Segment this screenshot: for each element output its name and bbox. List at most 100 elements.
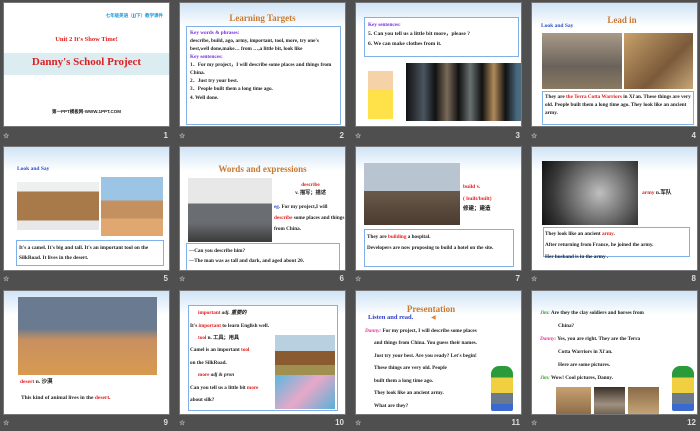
text: They are xyxy=(367,234,388,240)
slide-footer-12: ☆ 12 xyxy=(531,417,698,429)
star-icon: ☆ xyxy=(179,420,186,427)
slide-thumbnail-11[interactable]: Presentation Listen and read. ◀ Danny: F… xyxy=(355,290,522,415)
sentence: 3．People built them a long time ago. xyxy=(190,86,273,93)
part-of-speech: adj & pron xyxy=(209,372,235,379)
vocab-word: more xyxy=(198,372,210,379)
dialogue-line: and things from China. You guess their n… xyxy=(374,340,477,347)
text: . xyxy=(109,395,111,401)
part-of-speech: n.军队 xyxy=(654,190,672,196)
text: Can you tell us a little bit xyxy=(190,384,247,391)
highlight-text: important xyxy=(198,322,221,329)
text: For my project,I will xyxy=(280,204,328,210)
speaker-name: Danny: xyxy=(540,336,557,342)
description-text: It's a camel. It's big and tall. It's an… xyxy=(19,245,149,262)
part-of-speech: n. 工具；用具 xyxy=(206,334,240,341)
star-icon: ☆ xyxy=(531,133,538,140)
site-text: 第一PPT模板网-WWW.1PPT.COM xyxy=(52,109,121,114)
highlight-text: building xyxy=(387,234,407,240)
slide-number: 7 xyxy=(515,274,520,283)
vocab-word: describe xyxy=(301,182,320,188)
example-text: Her husband is in the army . xyxy=(545,253,609,260)
slide-thumbnail-9[interactable]: desert n. 沙漠 This kind of animal lives i… xyxy=(3,290,170,415)
dinosaur-character xyxy=(672,366,694,411)
text: It's xyxy=(190,322,199,329)
dialogue-line: For my project, I will describe some pla… xyxy=(381,328,477,334)
key-sentences-label: Key sentences: xyxy=(190,54,223,61)
text: Camel is an important xyxy=(190,347,242,354)
listen-and-read-label: Listen and read. xyxy=(368,314,414,321)
sentence: 4. Well done. xyxy=(190,94,219,101)
text: This kind of animal lives in the xyxy=(21,395,95,401)
star-icon: ☆ xyxy=(531,276,538,283)
text: to learn English well. xyxy=(221,322,269,329)
slide-thumbnail-3[interactable]: Key sentences: 5. Can you tell us a litt… xyxy=(355,2,522,127)
dialogue-line: built them a long time ago. xyxy=(374,377,434,384)
star-icon: ☆ xyxy=(355,276,362,283)
slide-thumbnail-7[interactable]: build v. ( built/built) 修建；建造 They are b… xyxy=(355,146,522,271)
star-icon: ☆ xyxy=(179,133,186,140)
camels-photo xyxy=(17,182,99,230)
chinese-meaning: 修建；建造 xyxy=(463,206,491,213)
dialogue-line: What are they? xyxy=(374,402,409,409)
warriors-photo-1 xyxy=(542,33,622,89)
part-of-speech: n. 沙漠 xyxy=(34,379,53,385)
slide-footer-2: ☆ 2 xyxy=(179,130,346,142)
answer-text: —The man was as tall and dark, and aged … xyxy=(189,258,305,265)
slide-thumbnail-6[interactable]: Words and expressions describe v. 描写；描述 … xyxy=(179,146,346,271)
slide-title: Learning Targets xyxy=(229,13,296,23)
look-and-say-label: Look and Say xyxy=(17,166,50,172)
key-words-text: describe, build, ago, army, important, t… xyxy=(190,38,319,53)
slide-footer-5: ☆ 5 xyxy=(3,273,170,285)
highlight-text: more xyxy=(246,384,259,391)
highlight-text: tool xyxy=(241,347,250,354)
desert-camel-photo xyxy=(18,297,157,375)
warriors-photo-2 xyxy=(628,387,659,414)
army-photo xyxy=(542,161,638,225)
speaker-icon[interactable]: ◀ xyxy=(431,314,436,321)
vocab-word: desert xyxy=(20,379,35,385)
slide-number: 2 xyxy=(339,131,344,140)
camel-photo xyxy=(101,177,163,236)
slide-number: 10 xyxy=(335,418,344,427)
star-icon: ☆ xyxy=(3,133,10,140)
slide-footer-11: ☆ 11 xyxy=(355,417,522,429)
vocab-word: army xyxy=(642,190,655,196)
warriors-photo-1 xyxy=(556,387,591,414)
slide-title: Lead in xyxy=(607,15,637,25)
slide-thumbnail-8[interactable]: army n.军队 They look like an ancient army… xyxy=(531,146,698,271)
verb-forms: ( built/built) xyxy=(463,195,492,202)
terracotta-warriors-image xyxy=(406,63,521,121)
slide-number: 9 xyxy=(163,418,168,427)
slide-number: 6 xyxy=(339,274,344,283)
text: a hospital. xyxy=(406,234,431,240)
slide-number: 3 xyxy=(515,131,520,140)
cartoon-boy-image xyxy=(368,71,393,119)
sentence: 6. We can make clothes from it. xyxy=(368,41,442,48)
slide-thumbnail-10[interactable]: important adj. 重要的 It's important to lea… xyxy=(179,290,346,415)
key-words-label: Key words & phrases: xyxy=(190,30,240,36)
text: on the SilkRoad. xyxy=(190,359,227,366)
question-text: —Can you describe him? xyxy=(189,248,246,254)
key-sentences-label: Key sentences: xyxy=(368,22,401,28)
slide-thumbnail-5[interactable]: Look and Say It's a camel. It's big and … xyxy=(3,146,170,271)
vocab-word: important xyxy=(198,310,221,316)
text: They look like an ancient xyxy=(545,231,602,237)
text: . xyxy=(613,231,615,237)
slide-thumbnail-12[interactable]: Jim: Are they the clay soldiers and hors… xyxy=(531,290,698,415)
slide-title: Presentation xyxy=(406,304,456,314)
highlight-text: desert xyxy=(94,395,110,401)
slide-thumbnail-2[interactable]: Learning Targets Key words & phrases: de… xyxy=(179,2,346,127)
example-text: After returning from France, he joined t… xyxy=(545,242,654,249)
dialogue-line: Here are some pictures. xyxy=(558,362,611,368)
text: about silk? xyxy=(190,397,215,404)
slide-number: 1 xyxy=(163,131,168,140)
slide-thumbnail-4[interactable]: Lead in Look and Say They are the Terra … xyxy=(531,2,698,127)
slide-thumbnail-1[interactable]: 七年级英语（JJ下）教学课件 Unit 2 It's Show Time! Da… xyxy=(3,2,170,127)
speaker-name: Danny: xyxy=(365,328,382,334)
star-icon: ☆ xyxy=(3,276,10,283)
star-icon: ☆ xyxy=(179,276,186,283)
dialogue-line: Are they the clay soldiers and horses fr… xyxy=(549,310,644,316)
slide-number: 5 xyxy=(163,274,168,283)
sentence: 5. Can you tell us a little bit more，ple… xyxy=(368,31,470,38)
warriors-photo-2 xyxy=(624,33,693,89)
